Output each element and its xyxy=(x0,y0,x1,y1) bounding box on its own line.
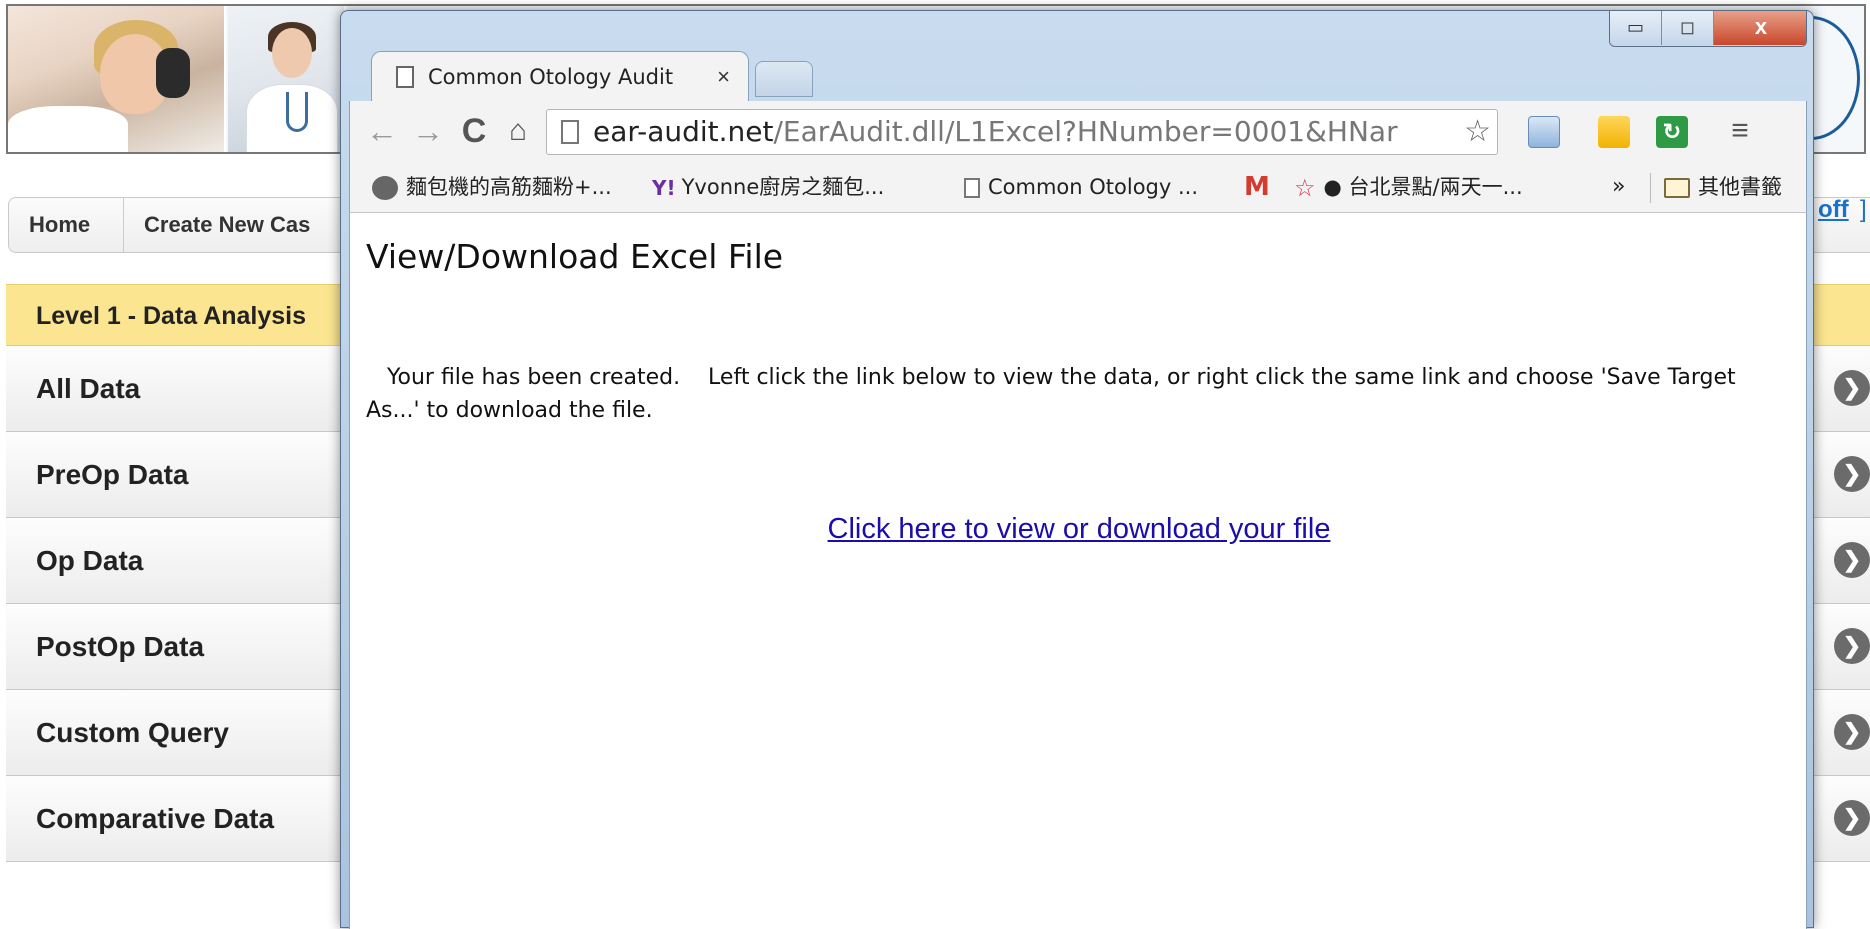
page-content: View/Download Excel File Your file has b… xyxy=(349,213,1807,929)
page-icon xyxy=(561,120,579,144)
menu-item-label: Comparative Data xyxy=(36,803,275,834)
bookmarks-bar: 麵包機的高筋麵粉+... Y! Yvonne廚房之麵包... Common Oto… xyxy=(349,163,1807,213)
download-file-link-row: Click here to view or download your file xyxy=(350,513,1808,546)
url-text[interactable]: ear-audit.net/EarAudit.dll/L1Excel?HNumb… xyxy=(593,110,1463,154)
star-badge-icon: ☆ xyxy=(1294,174,1316,202)
more-bookmarks-chevron-icon[interactable]: » xyxy=(1612,163,1625,211)
maximize-button[interactable]: ◻ xyxy=(1662,11,1714,45)
chevron-right-icon: ❯ xyxy=(1834,370,1870,406)
close-window-button[interactable]: x xyxy=(1714,11,1806,45)
chevron-right-icon: ❯ xyxy=(1834,714,1870,750)
window-controls: ▭ ◻ x xyxy=(1609,11,1807,47)
bookmark-common-otology[interactable]: Common Otology ... xyxy=(964,163,1198,211)
home-icon[interactable]: ⌂ xyxy=(498,111,538,151)
yahoo-icon: Y! xyxy=(652,176,676,200)
page-icon xyxy=(396,66,414,88)
extension-sync-icon[interactable]: ↻ xyxy=(1656,116,1688,148)
address-bar[interactable]: ear-audit.net/EarAudit.dll/L1Excel?HNumb… xyxy=(546,109,1498,155)
nav-home[interactable]: Home xyxy=(9,198,124,252)
bookmark-label: 其他書籤 xyxy=(1698,175,1782,199)
back-arrow-icon[interactable]: ← xyxy=(362,111,402,151)
chevron-right-icon: ❯ xyxy=(1834,542,1870,578)
reload-icon[interactable]: C xyxy=(454,111,494,151)
menu-item-label: PreOp Data xyxy=(36,459,189,490)
menu-icon[interactable]: ≡ xyxy=(1724,116,1756,148)
bookmark-label: ● 台北景點/兩天一... xyxy=(1323,175,1523,199)
bookmark-label: Common Otology ... xyxy=(988,175,1199,199)
browser-popup-window: ▭ ◻ x Common Otology Audit × ← → C ⌂ ear… xyxy=(340,10,1814,929)
browser-toolbar: ← → C ⌂ ear-audit.net/EarAudit.dll/L1Exc… xyxy=(349,101,1807,163)
download-file-link[interactable]: Click here to view or download your file xyxy=(828,513,1331,545)
folder-icon xyxy=(1664,178,1690,198)
bookmark-label: 麵包機的高筋麵粉+... xyxy=(406,175,612,199)
url-domain: ear-audit.net xyxy=(593,115,774,148)
logoff-link[interactable]: off xyxy=(1818,196,1849,224)
tab-common-otology-audit[interactable]: Common Otology Audit × xyxy=(371,51,749,103)
menu-item-label: Custom Query xyxy=(36,717,229,748)
chevron-right-icon: ❯ xyxy=(1834,628,1870,664)
bookmarks-divider xyxy=(1650,173,1651,203)
bookmark-bread-flour[interactable]: 麵包機的高筋麵粉+... xyxy=(372,163,612,211)
tab-close-icon[interactable]: × xyxy=(717,52,730,102)
header-photo-child-headphones xyxy=(8,6,226,152)
bookmark-label: Yvonne廚房之麵包... xyxy=(681,175,885,199)
logoff-bracket: ] xyxy=(1860,196,1867,223)
new-tab-button[interactable] xyxy=(755,61,813,97)
tab-title: Common Otology Audit xyxy=(428,65,674,89)
chevron-right-icon: ❯ xyxy=(1834,800,1870,836)
menu-item-label: Op Data xyxy=(36,545,144,576)
page-icon xyxy=(964,178,980,198)
bookmark-yvonne-kitchen[interactable]: Y! Yvonne廚房之麵包... xyxy=(652,163,884,212)
gmail-icon[interactable]: M xyxy=(1244,163,1270,211)
extension-notes-icon[interactable] xyxy=(1598,116,1630,148)
forward-arrow-icon[interactable]: → xyxy=(408,111,448,151)
menu-item-label: PostOp Data xyxy=(36,631,205,662)
minimize-button[interactable]: ▭ xyxy=(1610,11,1662,45)
cat-icon xyxy=(372,176,398,200)
bookmark-star-icon[interactable]: ☆ xyxy=(1464,110,1491,154)
page-title: View/Download Excel File xyxy=(366,237,784,276)
status-message: Your file has been created. Left click t… xyxy=(366,365,1743,423)
bookmark-other-folder[interactable]: 其他書籤 xyxy=(1664,163,1782,211)
header-photo-doctor xyxy=(228,6,346,152)
level-1-title: Level 1 - Data Analysis xyxy=(36,302,307,330)
extension-screen-icon[interactable] xyxy=(1528,116,1560,148)
chevron-right-icon: ❯ xyxy=(1834,456,1870,492)
url-path: /EarAudit.dll/L1Excel?HNumber=0001&HNar xyxy=(773,115,1398,148)
menu-item-label: All Data xyxy=(36,373,141,404)
bookmark-taipei-spots[interactable]: ☆ ● 台北景點/兩天一... xyxy=(1294,163,1523,212)
